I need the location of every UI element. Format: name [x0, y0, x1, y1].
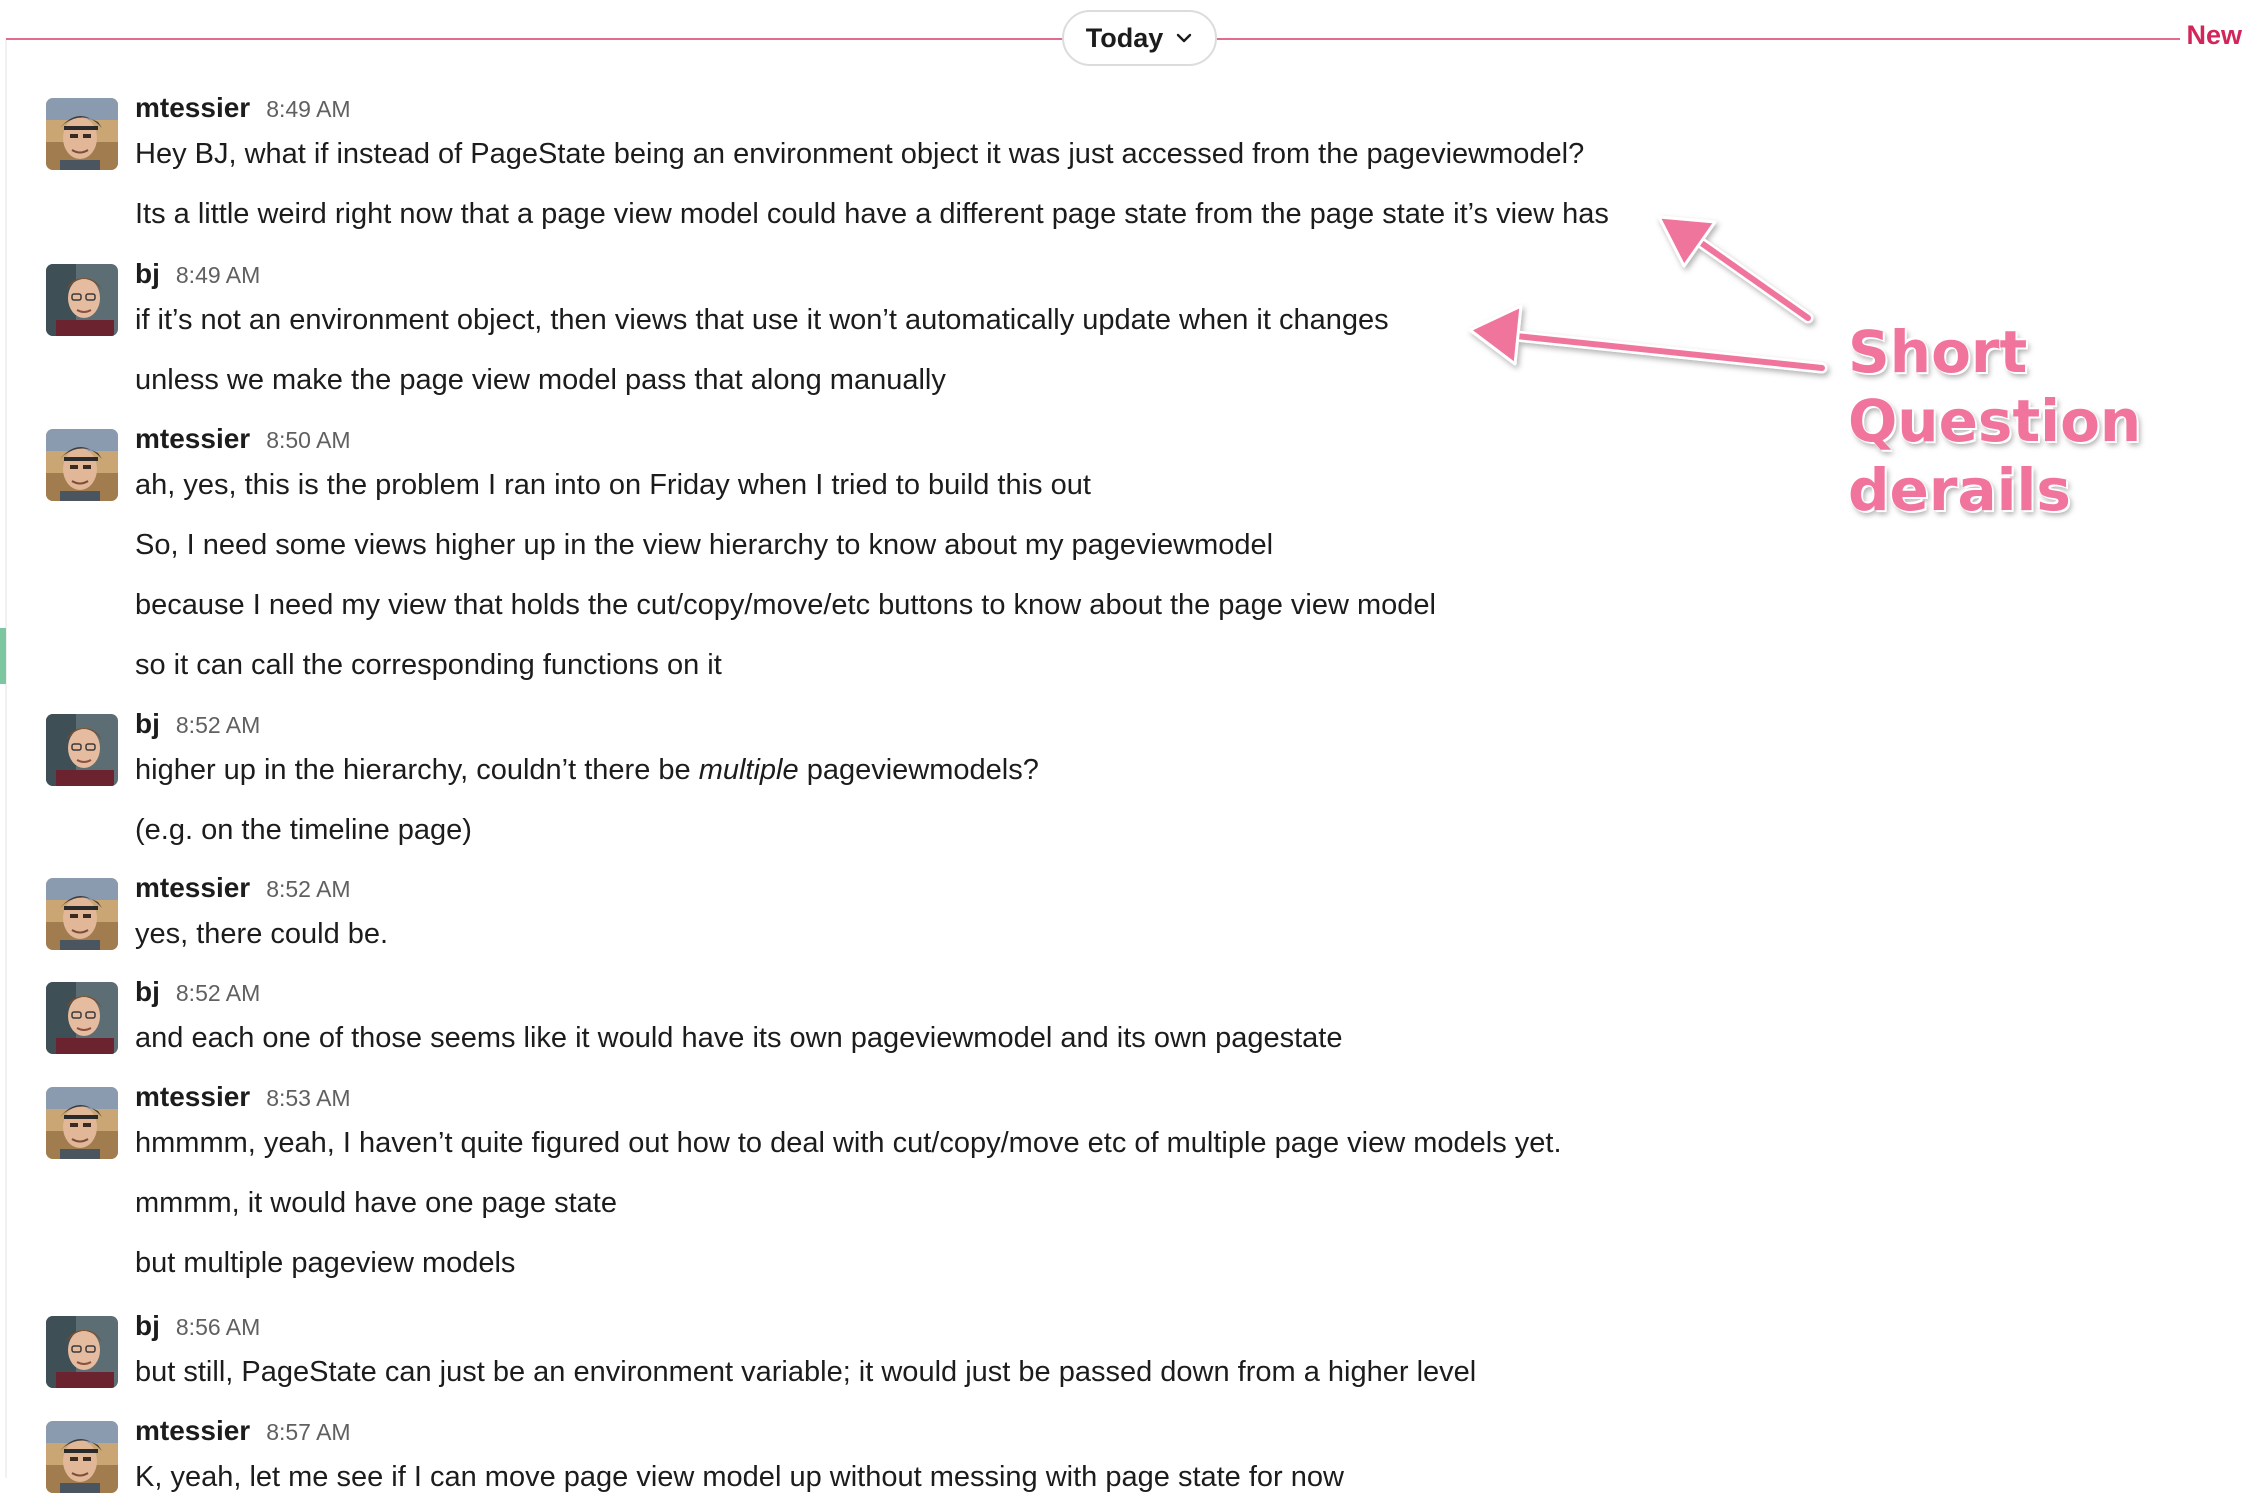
- author-name[interactable]: mtessier: [135, 423, 250, 455]
- message-text: Its a little weird right now that a page…: [135, 198, 1609, 230]
- author-name[interactable]: bj: [135, 258, 160, 290]
- avatar[interactable]: [46, 1316, 118, 1388]
- message-text: mmmm, it would have one page state: [135, 1187, 617, 1219]
- message-text: ah, yes, this is the problem I ran into …: [135, 469, 1091, 501]
- message-text: yes, there could be.: [135, 918, 389, 950]
- message-text: K, yeah, let me see if I can move page v…: [135, 1461, 1344, 1493]
- message-text: So, I need some views higher up in the v…: [135, 529, 1274, 561]
- avatar[interactable]: [46, 878, 118, 950]
- message-header: mtessier 8:57 AM: [135, 1415, 351, 1455]
- author-name[interactable]: bj: [135, 976, 160, 1008]
- timestamp[interactable]: 8:52 AM: [176, 980, 260, 1007]
- timestamp[interactable]: 8:52 AM: [266, 876, 350, 903]
- timestamp[interactable]: 8:53 AM: [266, 1085, 350, 1112]
- author-name[interactable]: mtessier: [135, 1415, 250, 1447]
- timestamp[interactable]: 8:49 AM: [176, 262, 260, 289]
- message-text-part: pageviewmodels?: [798, 754, 1039, 786]
- message-header: mtessier 8:49 AM: [135, 92, 351, 132]
- author-name[interactable]: mtessier: [135, 92, 250, 124]
- author-name[interactable]: bj: [135, 708, 160, 740]
- message-text: higher up in the hierarchy, couldn’t the…: [135, 750, 1039, 790]
- author-name[interactable]: bj: [135, 1310, 160, 1342]
- message-header: bj 8:52 AM: [135, 976, 260, 1016]
- timestamp[interactable]: 8:56 AM: [176, 1314, 260, 1341]
- message-text-emphasis: multiple: [698, 754, 799, 786]
- message-text-part: higher up in the hierarchy, couldn’t the…: [135, 754, 699, 786]
- avatar[interactable]: [46, 982, 118, 1054]
- timestamp[interactable]: 8:49 AM: [266, 96, 350, 123]
- message-text: and each one of those seems like it woul…: [135, 1022, 1343, 1054]
- message-text: (e.g. on the timeline page): [135, 814, 472, 846]
- message-header: bj 8:49 AM: [135, 258, 260, 298]
- timestamp[interactable]: 8:50 AM: [266, 427, 350, 454]
- timestamp[interactable]: 8:52 AM: [176, 712, 260, 739]
- avatar[interactable]: [46, 429, 118, 501]
- avatar[interactable]: [46, 714, 118, 786]
- message-header: mtessier 8:50 AM: [135, 423, 351, 463]
- message-text: so it can call the corresponding functio…: [135, 649, 722, 681]
- message-header: mtessier 8:52 AM: [135, 872, 351, 912]
- message-text: because I need my view that holds the cu…: [135, 589, 1436, 621]
- timestamp[interactable]: 8:57 AM: [266, 1419, 350, 1446]
- message-list: mtessier 8:49 AM Hey BJ, what if instead o…: [0, 0, 2260, 1493]
- author-name[interactable]: mtessier: [135, 1081, 250, 1113]
- message-text: hmmmm, yeah, I haven’t quite figured out…: [135, 1127, 1562, 1159]
- message-text: if it’s not an environment object, then …: [135, 304, 1389, 336]
- avatar[interactable]: [46, 98, 118, 170]
- avatar[interactable]: [46, 264, 118, 336]
- message-text: but multiple pageview models: [135, 1247, 516, 1279]
- message-header: bj 8:52 AM: [135, 708, 260, 748]
- avatar[interactable]: [46, 1421, 118, 1493]
- message-text: Hey BJ, what if instead of PageState bei…: [135, 138, 1585, 170]
- message-text: but still, PageState can just be an envi…: [135, 1356, 1477, 1388]
- author-name[interactable]: mtessier: [135, 872, 250, 904]
- message-header: bj 8:56 AM: [135, 1310, 260, 1350]
- avatar[interactable]: [46, 1087, 118, 1159]
- message-text: unless we make the page view model pass …: [135, 364, 946, 396]
- message-header: mtessier 8:53 AM: [135, 1081, 351, 1121]
